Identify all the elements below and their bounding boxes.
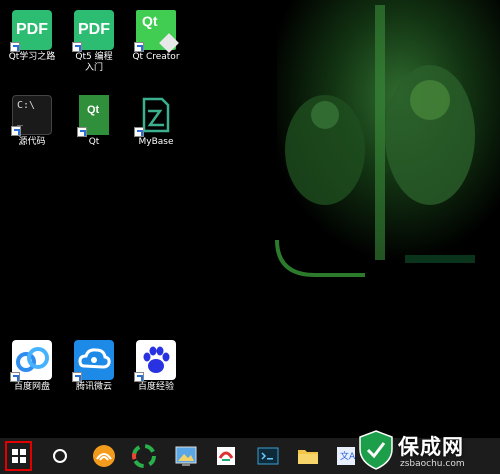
desktop-icon-mybase[interactable]: MyBase [126, 95, 186, 148]
pdf-icon: PDF [10, 10, 52, 52]
baidu-paw-icon [134, 340, 176, 382]
browser-icon [93, 445, 115, 467]
shortcut-arrow-icon [77, 127, 87, 137]
shortcut-arrow-icon [10, 372, 20, 382]
icon-label: 腾讯微云 [75, 382, 112, 392]
icon-label: Qt [88, 137, 100, 147]
icon-label: Qt Creator [132, 52, 180, 62]
weiyun-icon [72, 340, 114, 382]
icon-label: Qt学习之路 [8, 52, 56, 62]
icon-label: MyBase [138, 137, 174, 147]
shortcut-arrow-icon [72, 42, 82, 52]
taskbar-office[interactable] [212, 442, 240, 470]
start-button-highlight [5, 441, 32, 471]
pdf-icon: PDF [72, 10, 114, 52]
taskbar-file-explorer[interactable] [294, 442, 322, 470]
desktop-icon-qt-study[interactable]: PDF Qt学习之路 [2, 10, 62, 63]
qt-creator-icon: Qt [134, 10, 179, 53]
terminal-icon [257, 447, 279, 465]
taskbar-app[interactable] [130, 442, 158, 470]
watermark-title: 保成网 [398, 435, 464, 459]
desktop-icon-qt5-intro[interactable]: PDF Qt5 编程入门 [64, 10, 124, 74]
desktop-icon-baidu-netdisk[interactable]: 百度网盘 [2, 340, 62, 393]
baidu-netdisk-icon [10, 340, 52, 382]
desktop-icon-baidu-jingyan[interactable]: 百度经验 [126, 340, 186, 393]
taskbar-translate[interactable]: 文A [332, 442, 360, 470]
app-icon [132, 444, 156, 468]
shortcut-arrow-icon [72, 372, 82, 382]
icon-label: 百度网盘 [13, 382, 50, 392]
shield-logo-icon [359, 430, 393, 470]
shortcut-arrow-icon [134, 42, 144, 52]
watermark-url: zsbaochu.com [400, 459, 465, 469]
svg-text:文A: 文A [340, 450, 356, 462]
icon-label: Qt5 编程入门 [75, 52, 113, 73]
qt-icon: Qt [77, 95, 109, 137]
wallpaper-image [255, 0, 500, 438]
shortcut-arrow-icon [134, 127, 144, 137]
taskbar-terminal[interactable] [254, 442, 282, 470]
icon-label: 源代码 [18, 137, 46, 147]
shortcut-arrow-icon [10, 42, 20, 52]
mybase-icon [134, 95, 176, 137]
desktop: PDF Qt学习之路 PDF Qt5 编程入门 Qt Qt Creator C:… [0, 0, 500, 438]
taskbar-image-viewer[interactable] [172, 442, 200, 470]
image-viewer-icon [175, 446, 197, 466]
site-watermark: 保成网 zsbaochu.com [358, 428, 500, 474]
shortcut-arrow-icon [11, 126, 21, 136]
shortcut-arrow-icon [134, 372, 144, 382]
cortana-search-button[interactable] [46, 442, 74, 470]
desktop-icon-weiyun[interactable]: 腾讯微云 [64, 340, 124, 393]
desktop-icon-qt[interactable]: Qt Qt [64, 95, 124, 148]
desktop-icon-source-code[interactable]: C:\ _ 源代码 [2, 95, 62, 148]
icon-label: 百度经验 [137, 382, 174, 392]
office-icon [217, 447, 235, 465]
cmd-icon: C:\ _ [11, 95, 52, 136]
taskbar-browser[interactable] [90, 442, 118, 470]
desktop-icon-qt-creator[interactable]: Qt Qt Creator [126, 10, 186, 63]
file-explorer-icon [298, 450, 318, 464]
cortana-search-icon [53, 449, 67, 463]
translate-icon: 文A [337, 447, 356, 465]
